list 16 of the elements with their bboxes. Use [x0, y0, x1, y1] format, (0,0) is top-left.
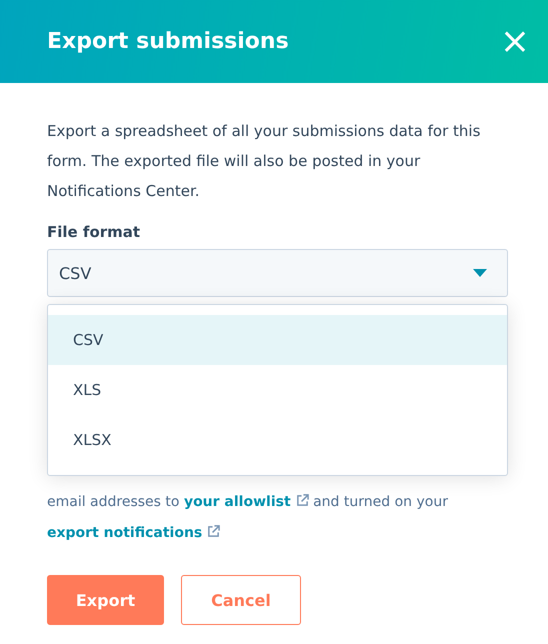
close-button[interactable]: ×: [496, 24, 534, 60]
note-text: email addresses to your allowlist and turned on your export notifications: [47, 493, 449, 543]
file-format-dropdown[interactable]: CSV: [47, 249, 508, 297]
caret-icon: [473, 269, 487, 277]
dropdown-option[interactable]: XLSX: [48, 415, 507, 465]
dropdown-option[interactable]: XLS: [48, 365, 507, 415]
export-notifications-link[interactable]: export notifications: [47, 525, 220, 541]
dialog-title: Export submissions: [47, 29, 289, 54]
cancel-button[interactable]: Cancel: [181, 575, 301, 625]
field-label: File format: [47, 223, 142, 241]
allowlist-link[interactable]: your allowlist: [184, 494, 309, 510]
dropdown-option[interactable]: CSV: [48, 315, 507, 365]
external-link-icon: [207, 525, 220, 538]
description-text: Export a spreadsheet of all your submissions data for this form. The exported file will also be posted in your Notifications Center.: [47, 121, 482, 202]
external-link-icon: [296, 494, 309, 507]
export-button[interactable]: Export: [47, 575, 164, 625]
